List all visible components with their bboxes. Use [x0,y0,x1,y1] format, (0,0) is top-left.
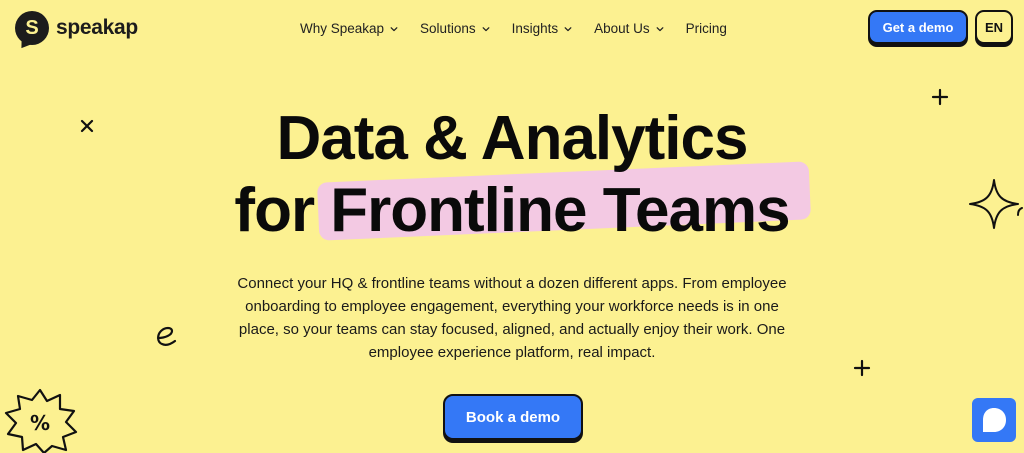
nav-item-label: Insights [511,21,559,36]
nav-item-about-us[interactable]: About Us [594,21,664,36]
nav-item-insights[interactable]: Insights [512,21,573,36]
chat-widget-button[interactable] [972,398,1016,442]
nav-item-label: Solutions [420,21,476,36]
nav-item-label: Why Speakap [300,21,385,36]
plus-icon [853,359,871,377]
speakap-logo[interactable]: S speakap [15,11,138,45]
percent-badge-icon: % [4,388,78,453]
chat-icon [983,408,1006,432]
chevron-down-icon [390,26,398,31]
logo-text: speakap [56,16,138,39]
main-nav: Why Speakap Solutions Insights About Us … [300,21,727,36]
nav-item-pricing[interactable]: Pricing [686,21,727,36]
plus-icon [931,88,949,106]
nav-item-label: About Us [594,21,650,36]
percent-symbol: % [30,411,50,435]
logo-mark-icon: S [15,11,49,45]
language-selector[interactable]: EN [975,10,1013,44]
nav-item-label: Pricing [685,21,727,36]
hero-title-line2: for Frontline Teams [234,176,790,245]
chevron-down-icon [482,26,490,31]
get-a-demo-button[interactable]: Get a demo [868,10,968,44]
page: S speakap Why Speakap Solutions Insights… [0,0,1024,453]
chevron-down-icon [656,26,664,31]
letter-e-doodle [156,326,177,346]
hero-title-line1: Data & Analytics [276,104,749,173]
nav-item-why-speakap[interactable]: Why Speakap [300,21,398,36]
book-a-demo-button[interactable]: Book a demo [443,394,583,440]
chevron-down-icon [564,26,572,31]
nav-item-solutions[interactable]: Solutions [420,21,490,36]
hero-description: Connect your HQ & frontline teams withou… [237,275,787,361]
